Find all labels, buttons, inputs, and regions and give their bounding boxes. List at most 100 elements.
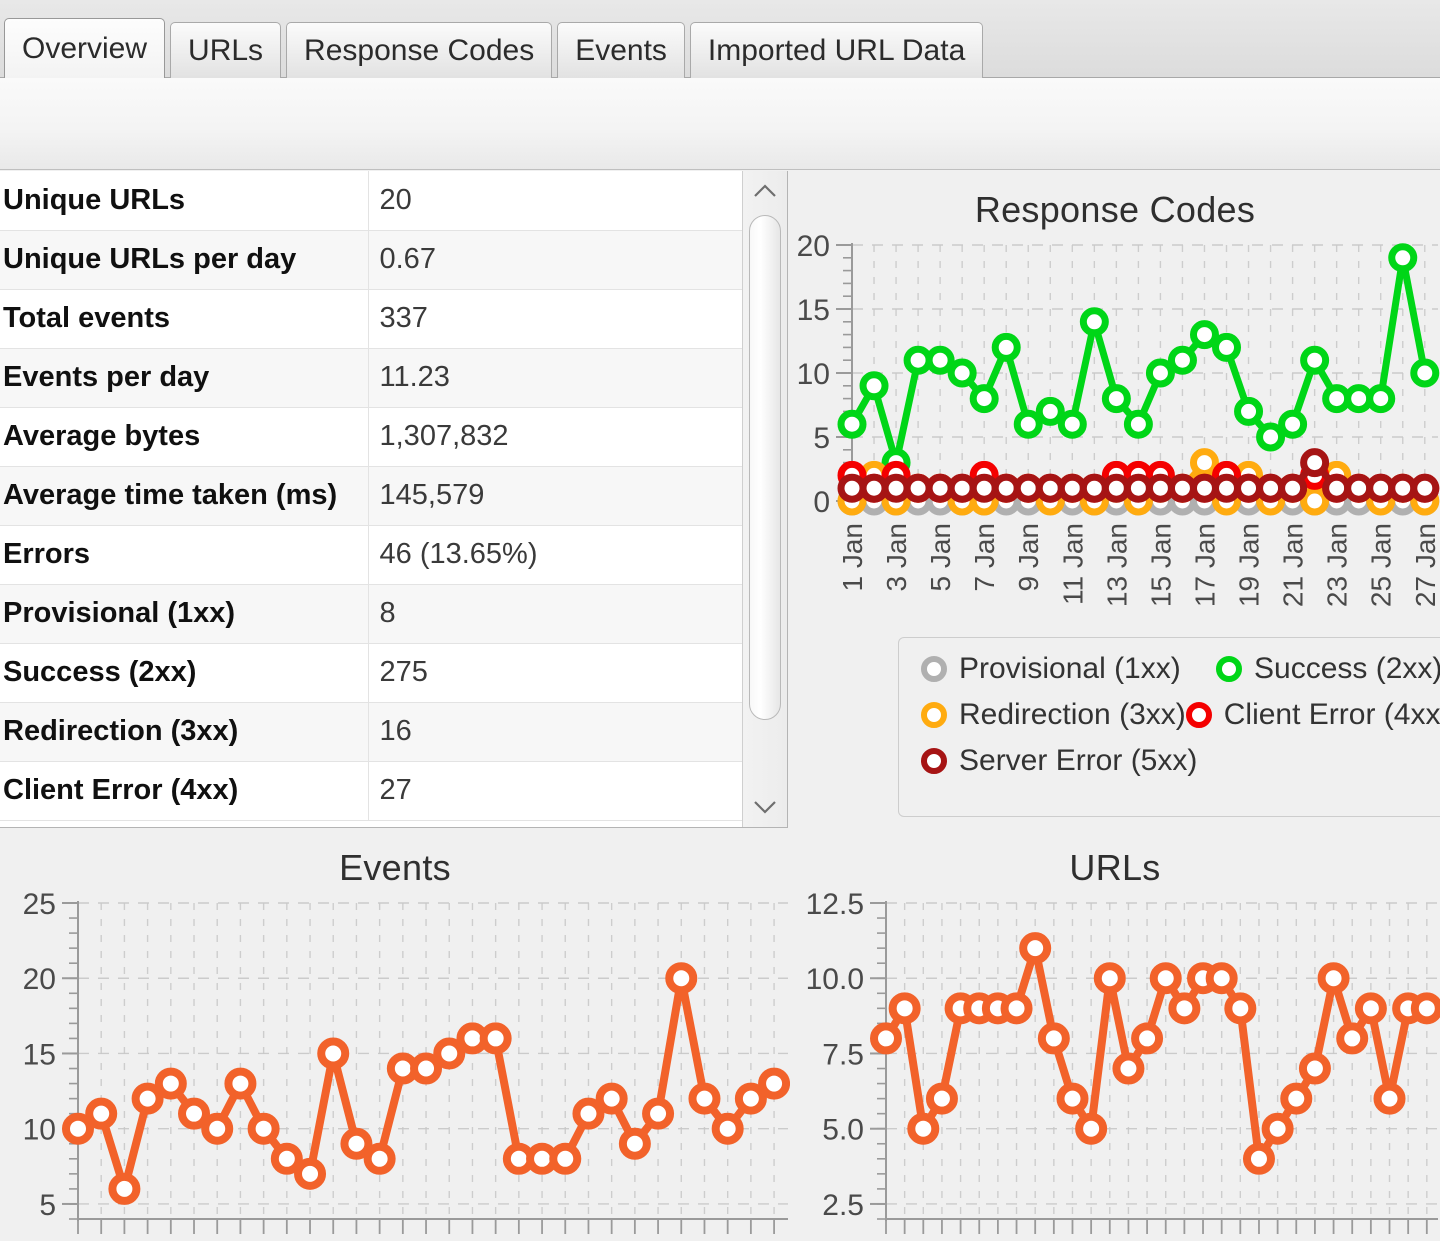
svg-text:5: 5 (39, 1189, 56, 1222)
legend-item-provisional[interactable]: Provisional (1xx) (921, 652, 1216, 686)
statistics-table-panel: Unique URLs 20 Unique URLs per day 0.67 Tota… (0, 171, 788, 828)
legend-label: Server Error (5xx) (959, 744, 1198, 777)
stat-key: Average bytes (0, 407, 369, 467)
stat-value: 11.23 (368, 348, 742, 408)
stat-value: 1,307,832 (368, 407, 742, 467)
tab-bar: Overview URLs Response Codes Events Impo… (0, 0, 1440, 78)
tab-label: URLs (188, 33, 264, 67)
table-row[interactable]: Errors 46 (13.65%) (0, 525, 742, 585)
svg-text:10: 10 (23, 1114, 56, 1147)
response-codes-chart-title: Response Codes (974, 189, 1256, 230)
table-row[interactable]: Average bytes 1,307,832 (0, 407, 742, 467)
legend-item-redirection[interactable]: Redirection (3xx) (921, 698, 1186, 732)
scroll-down-button[interactable] (743, 787, 787, 827)
table-row[interactable]: Unique URLs 20 (0, 171, 742, 231)
tab-overview[interactable]: Overview (4, 18, 166, 78)
stat-key: Errors (0, 525, 369, 585)
tab-label: Events (575, 33, 667, 67)
svg-text:20: 20 (797, 231, 830, 263)
svg-text:11 Jan: 11 Jan (1057, 523, 1088, 605)
svg-text:5.0: 5.0 (822, 1114, 864, 1147)
stat-value: 8 (368, 584, 742, 644)
chevron-up-icon (754, 184, 776, 197)
svg-text:17 Jan: 17 Jan (1189, 523, 1220, 607)
scroll-up-button[interactable] (743, 171, 787, 211)
svg-text:10.0: 10.0 (806, 963, 864, 996)
svg-text:5: 5 (813, 422, 830, 455)
tab-label: Overview (22, 31, 148, 65)
stat-value: 46 (13.65%) (368, 525, 742, 585)
stat-value: 275 (368, 643, 742, 703)
stat-key: Unique URLs per day (0, 230, 369, 290)
events-chart-title: Events (339, 847, 451, 888)
svg-text:23 Jan: 23 Jan (1322, 523, 1353, 607)
scrollbar-thumb[interactable] (749, 215, 781, 720)
table-row[interactable]: Provisional (1xx) 8 (0, 584, 742, 644)
table-row[interactable]: Events per day 11.23 (0, 348, 742, 408)
urls-chart-title: URLs (1069, 847, 1161, 888)
legend-item-server-error[interactable]: Server Error (5xx) (921, 744, 1216, 778)
legend-label: Client Error (4xx) (1223, 698, 1440, 731)
stat-value: 27 (368, 761, 742, 821)
chevron-down-icon (754, 801, 776, 814)
events-chart-panel: Events 5 10 15 20 25 (0, 829, 790, 1241)
stat-key: Average time taken (ms) (0, 466, 369, 526)
tab-urls[interactable]: URLs (170, 22, 282, 78)
legend-item-client-error[interactable]: Client Error (4xx) (1185, 698, 1440, 732)
stat-key: Redirection (3xx) (0, 702, 369, 762)
stat-value: 20 (368, 171, 742, 231)
svg-text:19 Jan: 19 Jan (1234, 523, 1265, 607)
tab-label: Imported URL Data (707, 33, 966, 67)
response-codes-legend: Provisional (1xx) Success (2xx) Redirect… (898, 637, 1440, 817)
legend-label: Success (2xx) (1254, 652, 1440, 685)
statistics-table: Unique URLs 20 Unique URLs per day 0.67 Tota… (0, 171, 742, 821)
legend-marker-icon (921, 702, 947, 728)
svg-text:20: 20 (23, 963, 56, 996)
legend-row: Provisional (1xx) Success (2xx) (921, 652, 1440, 686)
table-row[interactable]: Average time taken (ms) 145,579 (0, 466, 742, 526)
svg-text:2.5: 2.5 (822, 1189, 864, 1222)
stat-value: 0.67 (368, 230, 742, 290)
stat-key: Total events (0, 289, 369, 349)
svg-text:3 Jan: 3 Jan (881, 523, 912, 592)
tab-response-codes[interactable]: Response Codes (286, 22, 553, 78)
svg-text:12.5: 12.5 (806, 889, 864, 921)
table-row[interactable]: Redirection (3xx) 16 (0, 702, 742, 762)
svg-text:0: 0 (813, 486, 830, 519)
svg-text:9 Jan: 9 Jan (1013, 523, 1044, 592)
toolbar-panel (0, 78, 1440, 170)
stat-key: Provisional (1xx) (0, 584, 369, 644)
table-vertical-scrollbar[interactable] (742, 171, 787, 827)
svg-text:7 Jan: 7 Jan (969, 523, 1000, 592)
svg-text:5 Jan: 5 Jan (925, 523, 956, 592)
svg-text:15: 15 (23, 1038, 56, 1071)
legend-marker-icon (1185, 702, 1212, 728)
stat-key: Success (2xx) (0, 643, 369, 703)
tab-events[interactable]: Events (557, 22, 685, 78)
response-codes-plot: 0 5 10 15 20 1 Jan 3 Jan 5 Jan 7 Jan 9 Jan 11 Jan 1… (790, 231, 1440, 651)
events-plot: 5 10 15 20 25 (0, 889, 790, 1234)
table-row[interactable]: Client Error (4xx) 27 (0, 761, 742, 821)
svg-text:15: 15 (797, 294, 830, 327)
svg-text:15 Jan: 15 Jan (1145, 523, 1176, 607)
stat-key: Client Error (4xx) (0, 761, 369, 821)
legend-marker-icon (921, 748, 947, 774)
legend-row: Server Error (5xx) (921, 744, 1440, 778)
statistics-table-viewport: Unique URLs 20 Unique URLs per day 0.67 Tota… (0, 171, 742, 827)
urls-plot: 2.5 5.0 7.5 10.0 12.5 (790, 889, 1440, 1234)
stat-value: 16 (368, 702, 742, 762)
tab-strip: Overview URLs Response Codes Events Impo… (4, 18, 988, 78)
svg-text:13 Jan: 13 Jan (1101, 523, 1132, 607)
svg-text:7.5: 7.5 (822, 1038, 864, 1071)
legend-label: Redirection (3xx) (959, 698, 1186, 731)
table-row[interactable]: Unique URLs per day 0.67 (0, 230, 742, 290)
tab-imported-url-data[interactable]: Imported URL Data (689, 22, 984, 78)
svg-text:10: 10 (797, 358, 830, 391)
svg-text:25 Jan: 25 Jan (1366, 523, 1397, 607)
svg-text:1 Jan: 1 Jan (837, 523, 868, 592)
table-row[interactable]: Total events 337 (0, 289, 742, 349)
table-row[interactable]: Success (2xx) 275 (0, 643, 742, 703)
response-codes-chart-panel: Response Codes 0 5 10 15 20 1 Jan 3 Jan 5 Jan 7 … (790, 171, 1440, 828)
legend-row: Redirection (3xx) Client Error (4xx) (921, 698, 1440, 732)
legend-item-success[interactable]: Success (2xx) (1216, 652, 1440, 686)
